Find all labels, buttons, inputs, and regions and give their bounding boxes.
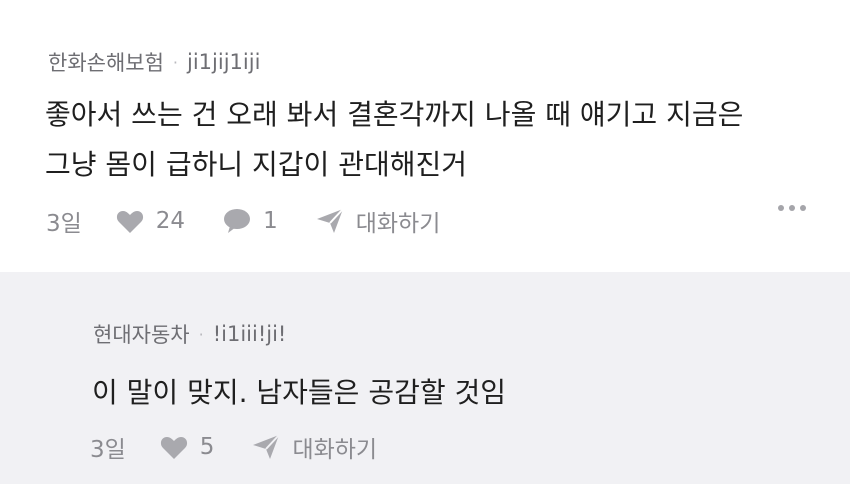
conversation-button[interactable]: 대화하기 (252, 430, 377, 464)
send-icon (316, 208, 344, 234)
comment-meta: 현대자동차 · !i1iii!ji! (93, 319, 286, 349)
like-button[interactable]: 5 (160, 434, 215, 460)
comment-text-line: 그냥 몸이 급하니 지갑이 관대해진거 (45, 148, 468, 181)
send-icon (252, 434, 281, 460)
reply-button[interactable]: 1 (223, 208, 278, 234)
meta-separator: · (172, 52, 179, 72)
more-button[interactable] (773, 205, 806, 211)
conversation-label: 대화하기 (292, 437, 378, 463)
comment-age: 3일 (46, 211, 82, 237)
speech-bubble-icon (223, 208, 251, 234)
like-count: 5 (199, 434, 215, 460)
like-count: 24 (155, 208, 186, 234)
comment-meta: 한화손해보험 · ji1jij1iji (48, 47, 260, 77)
meta-separator: · (198, 324, 204, 344)
conversation-label: 대화하기 (355, 211, 441, 237)
reply-comment: 현대자동차 · !i1iii!ji! 이 말이 맞지. 남자들은 공감할 것임 … (0, 272, 850, 484)
comment-handle: ji1jij1iji (187, 50, 261, 74)
more-icon-dot (778, 205, 784, 211)
heart-icon (116, 209, 144, 234)
comment-text-line: 이 말이 맞지. 남자들은 공감할 것임 (92, 376, 507, 409)
comment-handle: !i1iii!ji! (212, 322, 287, 346)
comment-author[interactable]: 현대자동차 (93, 319, 190, 349)
comment-actions: 3일 5 대화하기 (90, 430, 415, 464)
more-icon-dot (800, 205, 806, 211)
reply-count: 1 (263, 208, 278, 234)
comment-author[interactable]: 한화손해보험 (48, 47, 164, 77)
comment-text-line: 좋아서 쓰는 건 오래 봐서 결혼각까지 나올 때 얘기고 지금은 (45, 98, 744, 131)
like-button[interactable]: 24 (116, 208, 185, 234)
comment-actions: 3일 24 1 대화하기 (46, 204, 478, 238)
heart-icon (160, 435, 188, 460)
comment: 한화손해보험 · ji1jij1iji 좋아서 쓰는 건 오래 봐서 결혼각까지… (0, 0, 850, 272)
conversation-button[interactable]: 대화하기 (316, 204, 441, 238)
comment-age: 3일 (90, 437, 126, 463)
comment-text: 이 말이 맞지. 남자들은 공감할 것임 (92, 368, 506, 418)
more-icon-dot (789, 205, 795, 211)
comment-text: 좋아서 쓰는 건 오래 봐서 결혼각까지 나올 때 얘기고 지금은 그냥 몸이 … (45, 90, 743, 190)
